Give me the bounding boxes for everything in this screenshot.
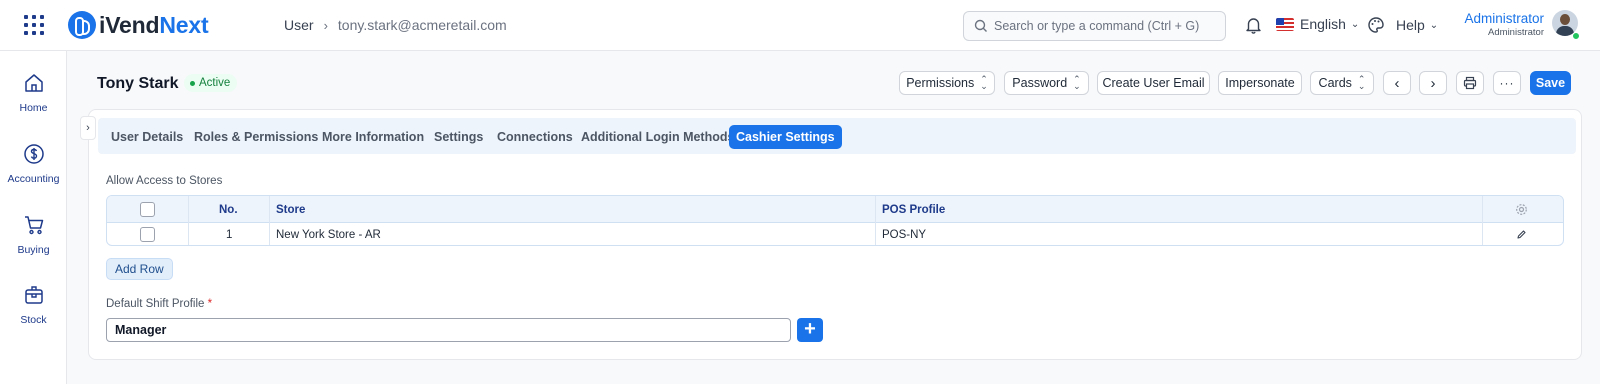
home-icon <box>24 74 43 92</box>
impersonate-label: Impersonate <box>1225 76 1295 90</box>
breadcrumb-root[interactable]: User <box>284 17 314 33</box>
stores-table-label: Allow Access to Stores <box>106 175 223 187</box>
column-divider <box>1482 196 1483 245</box>
column-divider <box>188 196 189 245</box>
brand-logo[interactable]: iVendNext <box>68 10 209 40</box>
password-button[interactable]: Password ⌃ ⌄ <box>1004 71 1089 95</box>
sidebar-item-label: Home <box>19 102 48 114</box>
create-user-email-button[interactable]: Create User Email <box>1097 71 1210 95</box>
tab-user-details[interactable]: User Details <box>111 125 183 149</box>
row-store[interactable]: New York Store - AR <box>276 223 381 245</box>
password-button-label: Password <box>1012 76 1068 90</box>
user-role: Administrator <box>1488 27 1544 38</box>
ellipsis-icon: ··· <box>1499 76 1515 90</box>
more-actions-button[interactable]: ··· <box>1493 71 1521 95</box>
chevron-left-icon: ‹ <box>1394 74 1400 92</box>
chevron-right-icon: › <box>1430 74 1436 92</box>
tab-roles-permissions[interactable]: Roles & Permissions <box>194 125 318 149</box>
us-flag-icon <box>1276 17 1294 31</box>
print-button[interactable] <box>1456 71 1484 95</box>
language-label: English <box>1300 16 1346 32</box>
sort-caret-icon: ⌃ ⌄ <box>1073 74 1081 91</box>
tab-additional-login-methods[interactable]: Additional Login Methods <box>581 125 734 149</box>
search-input[interactable] <box>994 19 1214 33</box>
top-bar: iVendNext User › tony.stark@acmeretail.c… <box>0 0 1600 51</box>
brand-name: iVendNext <box>99 11 209 38</box>
page-title: Tony Stark <box>97 75 179 92</box>
table-header <box>107 196 1563 223</box>
column-divider <box>269 196 270 245</box>
sidebar-item-label: Stock <box>20 314 47 326</box>
column-divider <box>875 196 876 245</box>
help-menu[interactable]: Help ⌄ <box>1396 17 1438 33</box>
status-badge: Active <box>184 74 238 92</box>
sidebar-item-label: Buying <box>17 244 50 256</box>
palette-icon[interactable] <box>1367 16 1385 34</box>
printer-icon <box>1463 76 1477 90</box>
search-icon <box>974 19 987 32</box>
settings-gear-icon[interactable] <box>1515 203 1528 216</box>
user-menu[interactable]: Administrator Administrator <box>1461 11 1544 39</box>
column-header-no: No. <box>219 204 238 216</box>
tab-settings[interactable]: Settings <box>434 125 483 149</box>
plus-icon: + <box>804 318 816 340</box>
shift-profile-input[interactable] <box>106 318 791 342</box>
column-header-pos-profile: POS Profile <box>882 204 946 216</box>
sidebar-item-label: Accounting <box>7 173 60 185</box>
row-number: 1 <box>226 229 233 241</box>
cards-label: Cards <box>1318 76 1352 90</box>
edit-pencil-icon[interactable] <box>1516 229 1527 240</box>
save-button[interactable]: Save <box>1530 71 1571 95</box>
permissions-button-label: Permissions <box>906 76 975 90</box>
column-header-store: Store <box>276 204 306 216</box>
chevron-down-icon: ⌄ <box>1429 19 1439 31</box>
breadcrumb-current[interactable]: tony.stark@acmeretail.com <box>338 17 507 33</box>
previous-button[interactable]: ‹ <box>1383 71 1411 95</box>
tab-more-information[interactable]: More Information <box>322 125 424 149</box>
select-all-checkbox[interactable] <box>140 202 155 217</box>
cart-icon <box>24 216 43 235</box>
apps-grid-icon[interactable] <box>24 15 44 35</box>
breadcrumb: User › tony.stark@acmeretail.com <box>284 17 507 33</box>
stores-table: No. Store POS Profile 1 New York Store -… <box>106 195 1564 246</box>
sidebar-item-stock[interactable]: Stock <box>0 284 67 326</box>
add-shift-profile-button[interactable]: + <box>797 318 823 342</box>
sidebar: Home Accounting Buying Stock <box>0 51 67 384</box>
sidebar-item-accounting[interactable]: Accounting <box>0 143 67 185</box>
sidebar-toggle[interactable]: › <box>80 116 96 140</box>
next-button[interactable]: › <box>1419 71 1447 95</box>
cards-button[interactable]: Cards ⌃ ⌄ <box>1310 71 1374 95</box>
chevron-right-icon: › <box>86 122 90 134</box>
impersonate-button[interactable]: Impersonate <box>1218 71 1302 95</box>
help-label: Help <box>1396 17 1425 33</box>
online-status-dot <box>1572 32 1580 40</box>
chevron-down-icon: ⌄ <box>1350 18 1360 30</box>
create-user-email-label: Create User Email <box>1102 76 1205 90</box>
notification-bell-icon[interactable] <box>1245 16 1262 34</box>
add-row-button[interactable]: Add Row <box>106 258 173 280</box>
shift-profile-label-text: Default Shift Profile <box>106 298 205 310</box>
sidebar-item-home[interactable]: Home <box>0 72 67 114</box>
row-checkbox[interactable] <box>140 227 155 242</box>
language-selector[interactable]: English ⌄ <box>1276 16 1359 32</box>
sort-caret-icon: ⌃ ⌄ <box>1357 74 1366 91</box>
search-box[interactable] <box>963 11 1226 41</box>
brand-logo-icon <box>68 11 96 39</box>
shift-profile-label: Default Shift Profile * <box>106 298 212 310</box>
chevron-right-icon: › <box>323 17 328 33</box>
user-name: Administrator <box>1464 11 1544 26</box>
tab-connections[interactable]: Connections <box>497 125 573 149</box>
required-marker: * <box>207 298 213 310</box>
sort-caret-icon: ⌃ ⌄ <box>980 74 988 91</box>
save-button-label: Save <box>1535 76 1566 90</box>
box-icon <box>24 286 43 304</box>
tab-cashier-settings[interactable]: Cashier Settings <box>729 125 842 149</box>
permissions-button[interactable]: Permissions ⌃ ⌄ <box>899 71 995 95</box>
sidebar-item-buying[interactable]: Buying <box>0 214 67 256</box>
dollar-icon <box>23 144 44 164</box>
row-pos-profile[interactable]: POS-NY <box>882 223 926 245</box>
